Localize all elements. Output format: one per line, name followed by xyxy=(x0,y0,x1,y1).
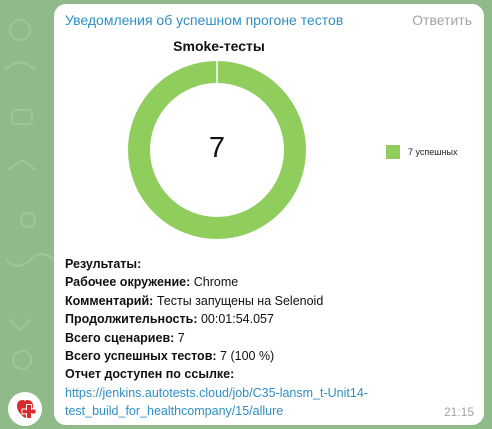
total-label: Всего сценариев: xyxy=(65,330,175,345)
results-heading: Результаты: xyxy=(65,257,142,271)
report-details: Результаты: Рабочее окружение: Chrome Ко… xyxy=(65,255,475,421)
comment-label: Комментарий: xyxy=(65,293,154,308)
message-bubble: Уведомления об успешном прогоне тестов О… xyxy=(54,4,484,425)
total-row: Всего сценариев: 7 xyxy=(65,329,475,347)
chart-image[interactable]: Smoke-тесты 7 7 успешных xyxy=(54,32,484,254)
duration-row: Продолжительность: 00:01:54.057 xyxy=(65,310,475,328)
link-line-1: https://jenkins.autotests.cloud/job/C35-… xyxy=(65,385,368,400)
passed-label: Всего успешных тестов: xyxy=(65,349,217,364)
message-time: 21:15 xyxy=(443,405,474,419)
allure-report-link[interactable]: https://jenkins.autotests.cloud/job/C35-… xyxy=(65,384,475,421)
comment-value: Тесты запущены на Selenoid xyxy=(156,293,324,308)
legend-label: 7 успешных xyxy=(408,147,458,157)
link-line-2: test_build_for_healthcompany/15/allure xyxy=(65,404,284,419)
duration-label: Продолжительность: xyxy=(65,312,198,327)
red-cross-heart-icon xyxy=(8,392,42,426)
duration-value: 00:01:54.057 xyxy=(200,312,274,327)
comment-row: Комментарий: Тесты запущены на Selenoid xyxy=(65,292,475,310)
env-value: Chrome xyxy=(193,275,239,290)
chart-title: Smoke-тесты xyxy=(173,38,265,54)
link-heading: Отчет доступен по ссылке: xyxy=(65,367,235,382)
total-value: 7 xyxy=(177,330,185,345)
passed-row: Всего успешных тестов: 7 (100 %) xyxy=(65,347,475,365)
env-row: Рабочее окружение: Chrome xyxy=(65,273,475,291)
chart-legend: 7 успешных xyxy=(386,145,457,159)
sender-name[interactable]: Уведомления об успешном прогоне тестов xyxy=(65,12,343,28)
chart-center-value: 7 xyxy=(208,132,226,164)
chat-background: { "message": { "sender": "Уведомления об… xyxy=(0,0,492,429)
bot-avatar[interactable] xyxy=(8,392,42,426)
legend-swatch xyxy=(386,145,400,159)
reply-button[interactable]: Ответить xyxy=(412,12,472,28)
passed-value: 7 (100 %) xyxy=(220,349,275,364)
env-label: Рабочее окружение: xyxy=(65,275,191,290)
